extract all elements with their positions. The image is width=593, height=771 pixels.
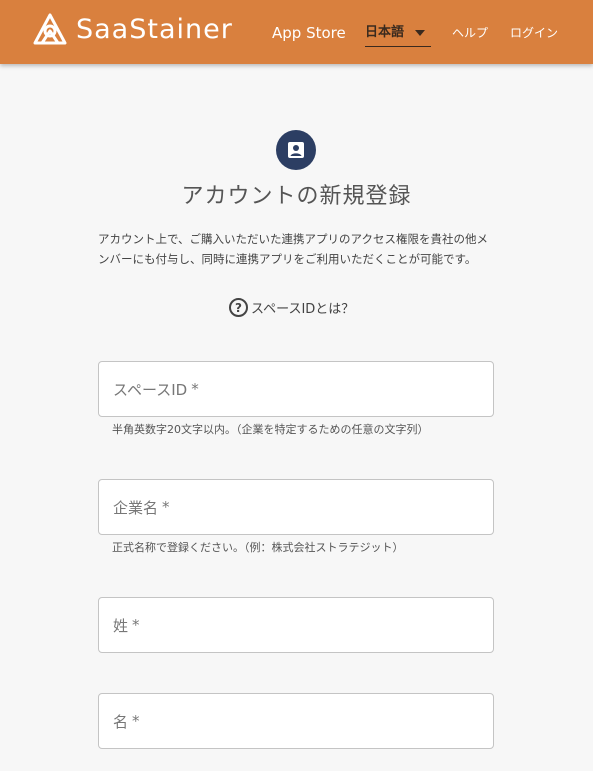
space-id-label: スペースID	[113, 380, 188, 399]
nav-app-store[interactable]: App Store	[272, 22, 346, 44]
caret-down-icon	[415, 30, 425, 36]
required-mark: *	[132, 616, 140, 634]
page-title: アカウントの新規登録	[181, 184, 412, 209]
required-mark: *	[191, 380, 199, 398]
account-badge	[276, 130, 316, 170]
account-box-icon	[288, 142, 304, 158]
header-bar: SaaStainer App Store 日本語 ヘルプ ログイン	[0, 0, 593, 64]
nav-login[interactable]: ログイン	[510, 22, 558, 44]
saastainer-logo-icon	[33, 13, 67, 45]
brand-logo[interactable]: SaaStainer	[32, 12, 233, 48]
required-mark: *	[162, 498, 170, 516]
language-select[interactable]: 日本語	[365, 22, 431, 47]
language-select-value: 日本語	[365, 25, 405, 40]
first-name-label: 名	[113, 712, 129, 731]
first-name-field[interactable]: 名 *	[98, 693, 494, 749]
space-id-help-link[interactable]: ? スペースIDとは？	[229, 298, 354, 317]
space-id-hint: 半角英数字20文字以内。（企業を特定するための任意の文字列）	[112, 423, 429, 436]
last-name-label: 姓	[113, 616, 129, 635]
last-name-field[interactable]: 姓 *	[98, 597, 494, 653]
space-id-field[interactable]: スペースID *	[98, 361, 494, 417]
page-description: アカウント上で、ご購入いただいた連携アプリのアクセス権限を貴社の他メンバーにも付…	[98, 232, 488, 266]
company-name-field[interactable]: 企業名 *	[98, 479, 494, 535]
question-circle-icon: ?	[229, 298, 248, 317]
company-name-hint: 正式名称で登録ください。（例：株式会社ストラテジット）	[112, 541, 404, 554]
company-name-label: 企業名	[113, 498, 159, 517]
required-mark: *	[132, 712, 140, 730]
brand-name: SaaStainer	[76, 14, 233, 45]
nav-help[interactable]: ヘルプ	[452, 22, 488, 44]
help-link-label: スペースIDとは？	[251, 302, 355, 317]
